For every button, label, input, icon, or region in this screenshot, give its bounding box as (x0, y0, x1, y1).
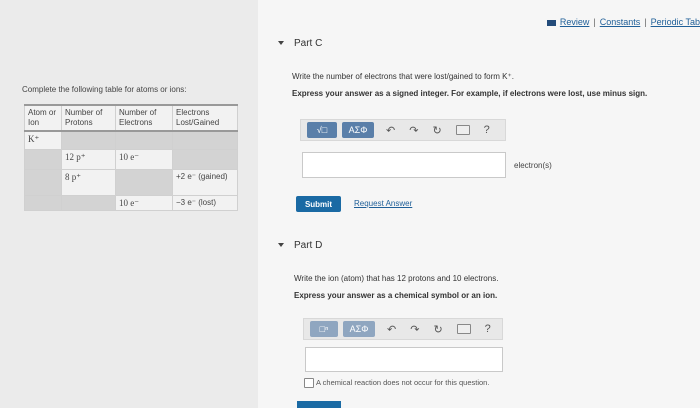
cell (24, 148, 62, 170)
cell (172, 130, 238, 150)
cell (115, 168, 173, 196)
header-atom: Atom or Ion (24, 104, 62, 132)
cell (61, 194, 116, 211)
cell (24, 194, 62, 211)
cell (172, 148, 238, 170)
part-c-unit: electron(s) (514, 161, 552, 170)
cell: 10 e⁻ (115, 194, 173, 211)
reset-icon[interactable]: ↻ (433, 323, 442, 336)
review-link[interactable]: Review (560, 17, 590, 27)
constants-link[interactable]: Constants (600, 17, 641, 27)
table-header-row: Atom or Ion Number of Protons Number of … (24, 104, 238, 132)
table-row: 10 e⁻ −3 e⁻ (lost) (24, 194, 238, 211)
undo-icon[interactable]: ↶ (387, 323, 396, 336)
bottom-submit-button[interactable] (297, 401, 341, 408)
table-row: 8 p⁺ +2 e⁻ (gained) (24, 168, 238, 196)
reset-icon[interactable]: ↻ (432, 124, 441, 137)
top-links: Review | Constants | Periodic Tab (546, 17, 700, 27)
keyboard-icon[interactable] (455, 125, 470, 135)
main-panel: Review | Constants | Periodic Tab Part C Wri… (258, 0, 700, 408)
cell: K⁺ (24, 130, 62, 150)
part-c-question: Write the number of electrons that were … (292, 72, 514, 81)
part-c-title: Part C (294, 38, 323, 49)
cell: +2 e⁻ (gained) (172, 168, 238, 196)
part-d-header[interactable]: Part D (278, 240, 322, 251)
cell: 8 p⁺ (61, 168, 116, 196)
part-c-answer-input[interactable] (302, 152, 506, 178)
cell (61, 130, 116, 150)
keyboard-icon[interactable] (456, 324, 471, 334)
periodic-table-link[interactable]: Periodic Tab (651, 17, 700, 27)
left-panel: Complete the following table for atoms o… (0, 0, 258, 408)
header-lost-gained: Electrons Lost/Gained (172, 104, 238, 132)
part-d-question: Write the ion (atom) that has 12 protons… (294, 274, 499, 283)
help-icon[interactable]: ? (484, 124, 490, 136)
request-answer-link[interactable]: Request Answer (354, 199, 412, 208)
submit-button[interactable]: Submit (296, 196, 341, 212)
undo-icon[interactable]: ↶ (386, 124, 395, 137)
templates-button[interactable]: □ⁿ (310, 321, 338, 337)
cell: 10 e⁻ (115, 148, 173, 170)
part-d-answer-input[interactable] (305, 347, 503, 372)
cell: −3 e⁻ (lost) (172, 194, 238, 211)
header-electrons: Number of Electrons (115, 104, 173, 132)
part-d-math-toolbar: □ⁿ ΑΣΦ ↶ ↷ ↻ ? (303, 318, 503, 340)
table-row: 12 p⁺ 10 e⁻ (24, 148, 238, 170)
part-c-header[interactable]: Part C (278, 38, 322, 49)
redo-icon[interactable]: ↷ (410, 323, 419, 336)
separator: | (644, 17, 647, 27)
part-d-title: Part D (294, 240, 323, 251)
part-d-instruction: Express your answer as a chemical symbol… (294, 291, 498, 300)
symbols-button[interactable]: ΑΣΦ (343, 321, 375, 337)
help-icon[interactable]: ? (485, 323, 491, 335)
collapse-caret-icon[interactable] (278, 41, 284, 46)
templates-button[interactable]: √□ (307, 122, 337, 138)
cell: 12 p⁺ (61, 148, 116, 170)
cell (24, 168, 62, 196)
table-row: K⁺ (24, 130, 238, 150)
header-protons: Number of Protons (61, 104, 116, 132)
cell (115, 130, 173, 150)
no-reaction-checkbox[interactable] (304, 378, 314, 388)
redo-icon[interactable]: ↷ (409, 124, 418, 137)
symbols-button[interactable]: ΑΣΦ (342, 122, 374, 138)
review-icon (546, 19, 556, 26)
no-reaction-label: A chemical reaction does not occur for t… (316, 378, 490, 387)
part-c-math-toolbar: √□ ΑΣΦ ↶ ↷ ↻ ? (300, 119, 506, 141)
atoms-table: Atom or Ion Number of Protons Number of … (24, 104, 238, 211)
collapse-caret-icon[interactable] (278, 243, 284, 248)
table-instruction: Complete the following table for atoms o… (22, 85, 187, 94)
separator: | (593, 17, 596, 27)
part-c-instruction: Express your answer as a signed integer.… (292, 89, 648, 98)
